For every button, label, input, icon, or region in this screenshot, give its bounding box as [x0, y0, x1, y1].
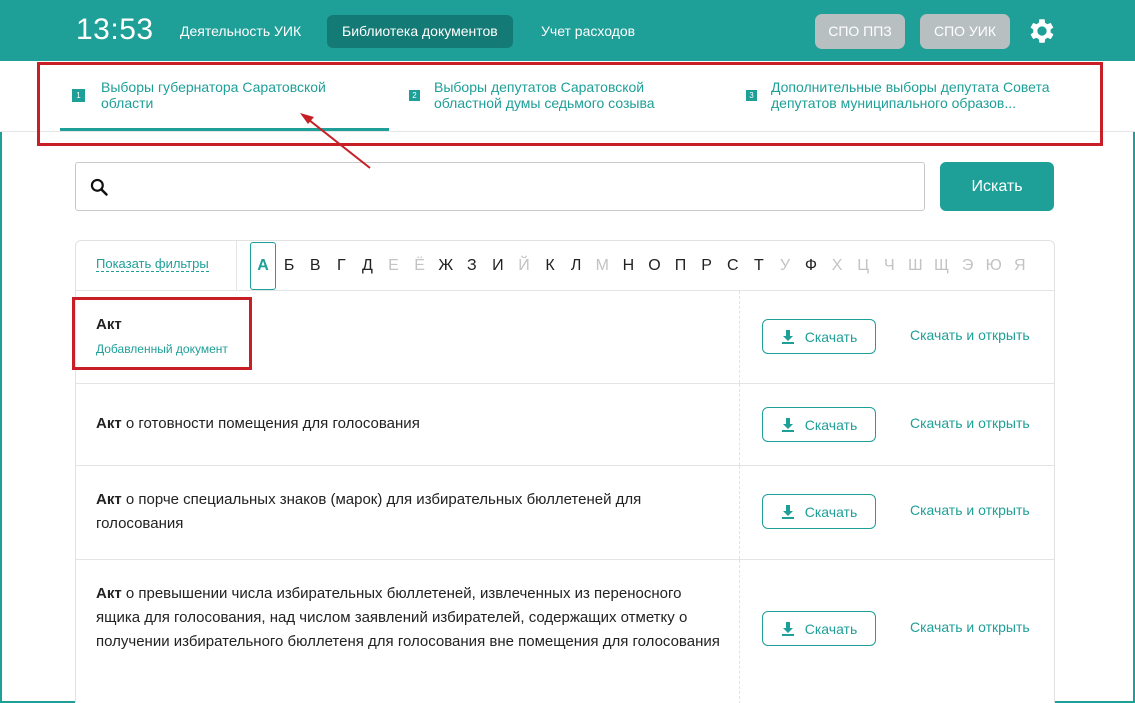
letter-filter-20: У — [779, 257, 790, 274]
letter-filter-4[interactable]: Д — [354, 241, 380, 291]
annotation-arrow — [300, 113, 371, 169]
divider — [739, 466, 740, 559]
letter-filter-12[interactable]: Л — [563, 241, 589, 291]
search-button[interactable]: Искать — [940, 162, 1054, 211]
letter-filter-22: Х — [831, 257, 843, 274]
filter-bar: Показать фильтры АБВГДЕЁЖЗИЙКЛМНОПРСТУФХ… — [76, 241, 1054, 291]
download-button[interactable]: Скачать — [762, 611, 876, 646]
download-and-open-link[interactable]: Скачать и открыть — [910, 327, 1030, 343]
letter-filter-23: Ц — [857, 257, 870, 274]
letter-filter-3[interactable]: Г — [328, 241, 354, 291]
download-and-open-link[interactable]: Скачать и открыть — [910, 502, 1030, 518]
letter-filter-1[interactable]: Б — [276, 241, 302, 291]
divider — [739, 560, 740, 703]
letter-filter-15[interactable]: О — [641, 241, 667, 291]
divider — [739, 291, 740, 383]
letter-filter-2[interactable]: В — [302, 241, 328, 291]
document-title: Акт о превышении числа избирательных бюл… — [96, 585, 720, 650]
clock: 13:53 — [76, 13, 154, 46]
spo-ppz-button[interactable]: СПО ППЗ — [815, 14, 905, 49]
letter-filter-27: Э — [961, 257, 974, 274]
table-row: Акт о готовности помещения для голосован… — [76, 384, 1054, 466]
download-button[interactable]: Скачать — [762, 407, 876, 442]
letter-filter-16[interactable]: П — [668, 241, 694, 291]
letter-filter-18[interactable]: С — [720, 241, 746, 291]
alphabet-filter: АБВГДЕЁЖЗИЙКЛМНОПРСТУФХЦЧШЩЭЮЯ — [250, 241, 1033, 291]
letter-filter-0[interactable]: А — [250, 242, 277, 290]
letter-filter-13: М — [595, 257, 609, 274]
nav-item-uik-activity[interactable]: Деятельность УИК — [165, 15, 316, 48]
download-and-open-link[interactable]: Скачать и открыть — [910, 415, 1030, 431]
download-icon — [781, 621, 794, 636]
download-button[interactable]: Скачать — [762, 319, 876, 354]
letter-filter-9[interactable]: И — [485, 241, 511, 291]
spo-uik-button[interactable]: СПО УИК — [920, 14, 1010, 49]
download-and-open-link[interactable]: Скачать и открыть — [910, 619, 1030, 635]
letter-filter-21[interactable]: Ф — [798, 241, 824, 291]
letter-filter-29: Я — [1013, 257, 1026, 274]
letter-filter-28: Ю — [985, 257, 1002, 274]
gear-icon[interactable] — [1026, 15, 1058, 47]
letter-filter-6: Ё — [414, 257, 425, 274]
table-row: Акт о превышении числа избирательных бюл… — [76, 560, 1054, 703]
search-input[interactable] — [75, 162, 925, 211]
download-button[interactable]: Скачать — [762, 494, 876, 529]
document-title: Акт о готовности помещения для голосован… — [96, 415, 420, 432]
letter-filter-24: Ч — [883, 257, 895, 274]
nav-item-document-library[interactable]: Библиотека документов — [327, 15, 513, 48]
letter-filter-26: Щ — [933, 257, 949, 274]
letter-filter-17[interactable]: Р — [694, 241, 720, 291]
letter-filter-25: Ш — [908, 257, 923, 274]
annotation-highlight-document — [72, 297, 252, 370]
table-row: Акт о порче специальных знаков (марок) д… — [76, 466, 1054, 560]
divider — [236, 241, 237, 291]
letter-filter-19[interactable]: Т — [746, 241, 772, 291]
annotation-highlight-tabs — [37, 62, 1103, 146]
letter-filter-8[interactable]: З — [459, 241, 485, 291]
letter-filter-5: Е — [388, 257, 399, 274]
download-icon — [781, 329, 794, 344]
letter-filter-7[interactable]: Ж — [433, 241, 459, 291]
download-icon — [781, 504, 794, 519]
document-title: Акт о порче специальных знаков (марок) д… — [96, 491, 642, 532]
letter-filter-10: Й — [518, 257, 530, 274]
divider — [739, 384, 740, 465]
top-bar: 13:53 Деятельность УИК Библиотека докуме… — [0, 0, 1135, 61]
letter-filter-11[interactable]: К — [537, 241, 563, 291]
search-icon — [90, 178, 108, 196]
show-filters-link[interactable]: Показать фильтры — [96, 256, 209, 272]
download-icon — [781, 417, 794, 432]
nav-item-expenses[interactable]: Учет расходов — [526, 15, 650, 48]
letter-filter-14[interactable]: Н — [615, 241, 641, 291]
